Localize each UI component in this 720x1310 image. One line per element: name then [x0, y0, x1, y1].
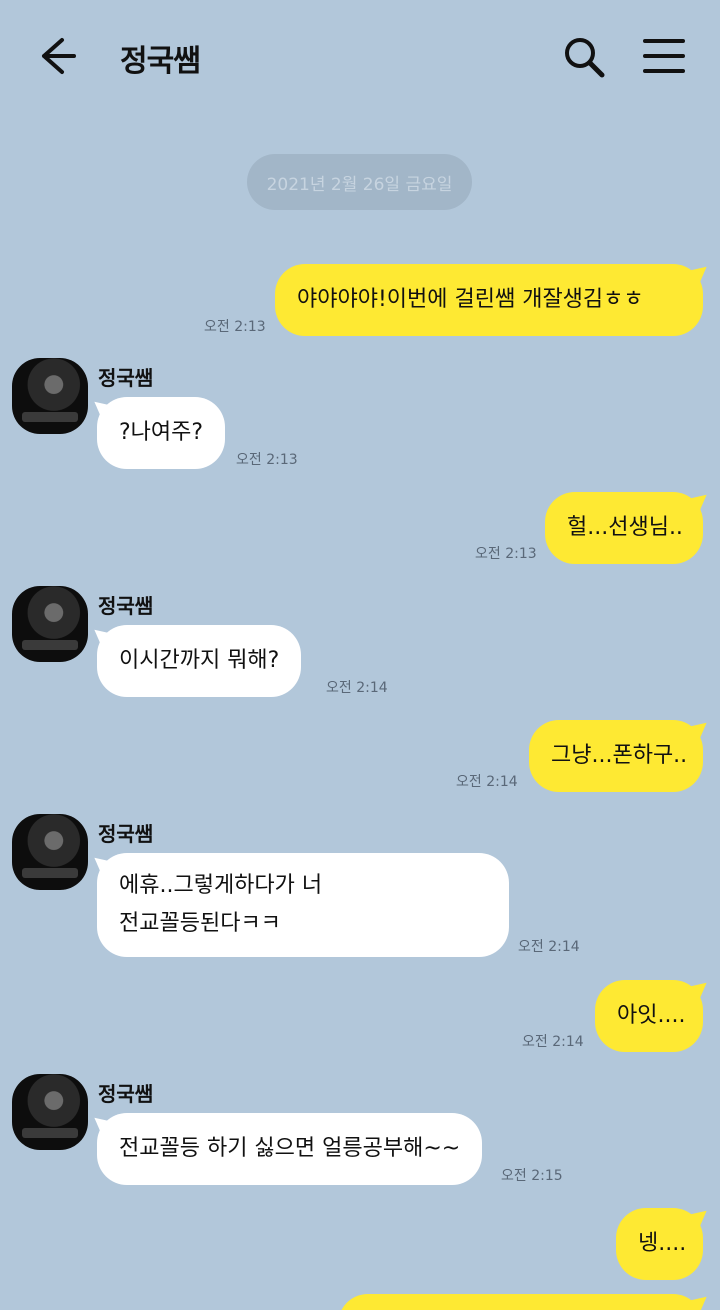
my-message-bubble[interactable]: 야야야야!이번에 걸린쌤 개잘생김ㅎㅎ	[275, 264, 703, 336]
my-message-bubble[interactable]: 헐...선생님..	[545, 492, 703, 564]
message-line: 에휴..그렇게하다가 너	[119, 873, 323, 898]
chat-room-title: 정국쌤	[120, 44, 201, 79]
their-message-bubble[interactable]: 에휴..그렇게하다가 너 전교꼴등된다ㅋㅋ	[97, 853, 509, 957]
sender-avatar[interactable]	[12, 814, 88, 890]
message-line: 전교꼴등된다ㅋㅋ	[119, 911, 281, 936]
message-time: 오전 2:13	[204, 319, 266, 335]
hamburger-menu-icon[interactable]	[640, 36, 688, 76]
sender-name: 정국쌤	[98, 822, 154, 846]
back-arrow-icon[interactable]	[34, 34, 82, 78]
message-time: 오전 2:14	[326, 680, 388, 696]
search-icon[interactable]	[560, 34, 608, 82]
sender-name: 정국쌤	[98, 1082, 154, 1106]
my-message-bubble[interactable]: 넹....	[616, 1208, 703, 1280]
sender-avatar[interactable]	[12, 358, 88, 434]
message-time: 오전 2:13	[236, 452, 298, 468]
message-time: 오전 2:14	[518, 939, 580, 955]
sender-name: 정국쌤	[98, 366, 154, 390]
their-message-bubble[interactable]: 이시간까지 뭐해?	[97, 625, 302, 697]
their-message-bubble[interactable]: 전교꼴등 하기 싫으면 얼릉공부해~~	[97, 1113, 483, 1185]
their-message-bubble[interactable]: ?나여주?	[97, 397, 226, 469]
sender-name: 정국쌤	[98, 594, 154, 618]
message-time: 오전 2:13	[475, 546, 537, 562]
my-message-bubble[interactable]: 아잇....	[595, 980, 703, 1052]
my-message-bubble[interactable]: 그냥...폰하구..	[529, 720, 703, 792]
message-time: 오전 2:14	[522, 1034, 584, 1050]
date-divider: 2021년 2월 26일 금요일	[247, 154, 472, 210]
my-message-bubble-partial[interactable]	[338, 1294, 703, 1310]
message-time: 오전 2:14	[456, 774, 518, 790]
sender-avatar[interactable]	[12, 586, 88, 662]
sender-avatar[interactable]	[12, 1074, 88, 1150]
chat-header: 정국쌤	[0, 0, 720, 112]
chat-screen: 정국쌤 2021년 2월 26일 금요일 오전 2:13 야야야야!이번에 걸린…	[0, 0, 720, 1310]
message-time: 오전 2:15	[501, 1168, 563, 1184]
